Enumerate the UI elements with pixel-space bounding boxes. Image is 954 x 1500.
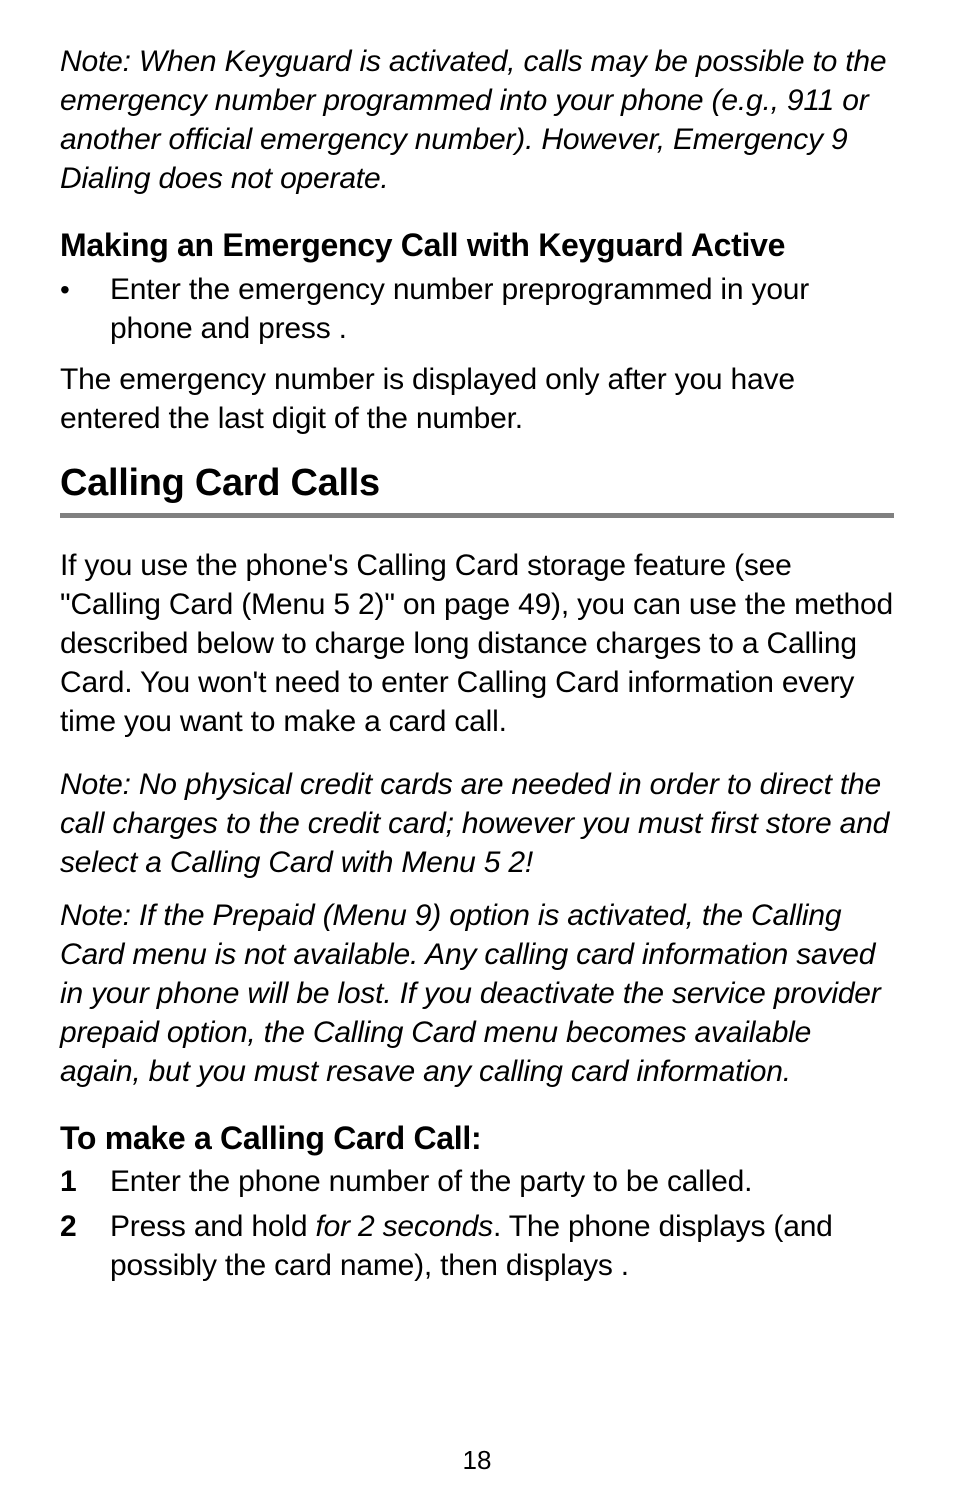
step2-part-b: for 2 seconds xyxy=(315,1210,493,1243)
heading-make-call: To make a Calling Card Call: xyxy=(60,1119,894,1157)
divider xyxy=(60,513,894,518)
document-page: Note: When Keyguard is activated, calls … xyxy=(0,0,954,1500)
note-credit: Note: No physical credit cards are neede… xyxy=(60,765,894,882)
list-item: 1 Enter the phone number of the party to… xyxy=(60,1162,894,1201)
step-number: 1 xyxy=(60,1162,110,1201)
step2-part-a: Press and hold xyxy=(110,1210,315,1243)
list-item: 2 Press and hold for 2 seconds. The phon… xyxy=(60,1207,894,1285)
heading-calling-card: Calling Card Calls xyxy=(60,462,894,505)
list-item: • Enter the emergency number preprogramm… xyxy=(60,270,894,348)
paragraph-intro: If you use the phone's Calling Card stor… xyxy=(60,546,894,741)
bullet-text: Enter the emergency number preprogrammed… xyxy=(110,270,894,348)
heading-emergency: Making an Emergency Call with Keyguard A… xyxy=(60,226,894,264)
bullet-icon: • xyxy=(60,270,110,309)
note-keyguard: Note: When Keyguard is activated, calls … xyxy=(60,42,894,198)
note-prepaid: Note: If the Prepaid (Menu 9) option is … xyxy=(60,896,894,1091)
page-number: 18 xyxy=(0,1445,954,1476)
paragraph-emergency-after: The emergency number is displayed only a… xyxy=(60,360,894,438)
step-text: Enter the phone number of the party to b… xyxy=(110,1162,894,1201)
step-number: 2 xyxy=(60,1207,110,1246)
step-text: Press and hold for 2 seconds. The phone … xyxy=(110,1207,894,1285)
